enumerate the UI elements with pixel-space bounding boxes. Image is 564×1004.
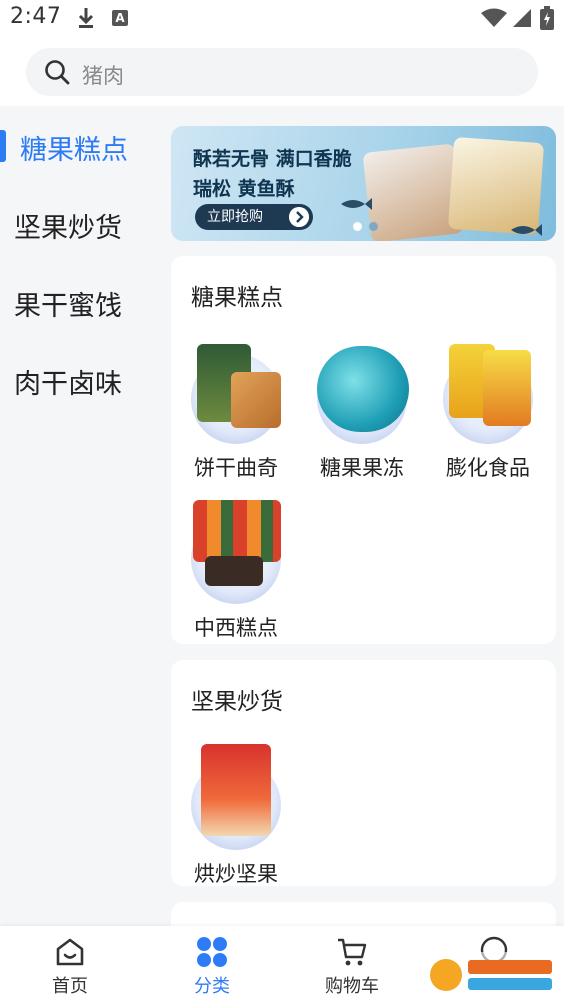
product-tile-puffed-food[interactable]: 膨化食品 [433, 332, 543, 482]
nav-cart[interactable]: 购物车 [302, 926, 402, 1004]
banner-button-label: 立即抢购 [207, 209, 263, 225]
product-box-image [193, 500, 281, 562]
banner-buy-button[interactable]: 立即抢购 [195, 204, 313, 230]
product-food-image [231, 372, 281, 428]
product-label: 膨化食品 [446, 456, 530, 480]
sidebar-item-nuts[interactable]: 坚果炒货 [0, 194, 160, 254]
battery-icon [540, 6, 554, 30]
product-label: 烘炒坚果 [194, 862, 278, 886]
nav-label: 购物车 [325, 976, 379, 997]
product-tile-pastry[interactable]: 中西糕点 [181, 492, 291, 642]
product-bag-image [483, 350, 531, 426]
nav-label: 首页 [52, 976, 88, 997]
nav-category[interactable]: 分类 [162, 926, 262, 1004]
product-tile-candy[interactable]: 糖果果冻 [307, 332, 417, 482]
product-label: 中西糕点 [194, 616, 278, 640]
watermark-logo [424, 952, 560, 998]
promo-banner[interactable]: 酥若无骨 满口香脆 瑞松 黄鱼酥 立即抢购 [171, 126, 556, 241]
nav-label: 分类 [194, 976, 230, 997]
category-icon [197, 937, 227, 967]
download-icon [78, 8, 94, 28]
active-indicator [0, 130, 6, 162]
product-bag-image [201, 744, 271, 836]
home-icon [56, 938, 84, 966]
product-label: 饼干曲奇 [194, 456, 278, 480]
sidebar-item-label: 肉干卤味 [14, 369, 122, 400]
product-tile-biscuits[interactable]: 饼干曲奇 [181, 332, 291, 482]
status-time: 2:47 [10, 4, 62, 29]
product-tile-roasted-nuts[interactable]: 烘炒坚果 [181, 738, 291, 888]
search-input[interactable]: 猪肉 [26, 48, 538, 96]
sidebar-item-label: 坚果炒货 [14, 213, 122, 244]
pagination-dot-active [353, 222, 362, 231]
status-bar: 2:47 A [0, 0, 564, 38]
search-query: 猪肉 [82, 64, 124, 88]
section-card-nuts: 坚果炒货 烘炒坚果 [171, 660, 556, 886]
arrow-right-icon [289, 207, 309, 227]
sidebar-item-jerky[interactable]: 肉干卤味 [0, 350, 160, 410]
category-sidebar: 糖果糕点 坚果炒货 果干蜜饯 肉干卤味 [0, 106, 160, 926]
sidebar-item-label: 果干蜜饯 [14, 291, 122, 322]
sidebar-item-dried-fruit[interactable]: 果干蜜饯 [0, 272, 160, 332]
nav-home[interactable]: 首页 [20, 926, 120, 1004]
cart-icon [338, 938, 367, 966]
pagination-dot [369, 222, 378, 231]
product-food-image [205, 556, 263, 586]
banner-product-image [447, 136, 545, 236]
product-image [191, 744, 281, 850]
search-bar: 猪肉 [0, 38, 564, 106]
banner-pagination [353, 222, 383, 232]
fish-icon [341, 198, 372, 210]
product-image [191, 500, 281, 604]
product-image [443, 344, 533, 444]
sidebar-item-candy-pastry[interactable]: 糖果糕点 [0, 116, 160, 176]
section-title: 坚果炒货 [191, 689, 283, 715]
product-candy-image [317, 346, 409, 432]
section-card-candy-pastry: 糖果糕点 饼干曲奇 糖果果冻 膨化食品 中西糕点 [171, 256, 556, 644]
product-label: 糖果果冻 [320, 456, 404, 480]
banner-headline: 酥若无骨 满口香脆 [193, 148, 352, 170]
section-title: 糖果糕点 [191, 285, 283, 311]
search-icon [45, 60, 70, 85]
product-image [191, 344, 281, 444]
wifi-icon [481, 8, 507, 27]
signal-icon [513, 9, 531, 27]
sidebar-item-label: 糖果糕点 [20, 135, 128, 166]
a-badge-icon: A [112, 10, 128, 26]
fish-icon [511, 224, 542, 236]
banner-product-name: 瑞松 黄鱼酥 [193, 178, 295, 200]
product-image [317, 346, 409, 444]
